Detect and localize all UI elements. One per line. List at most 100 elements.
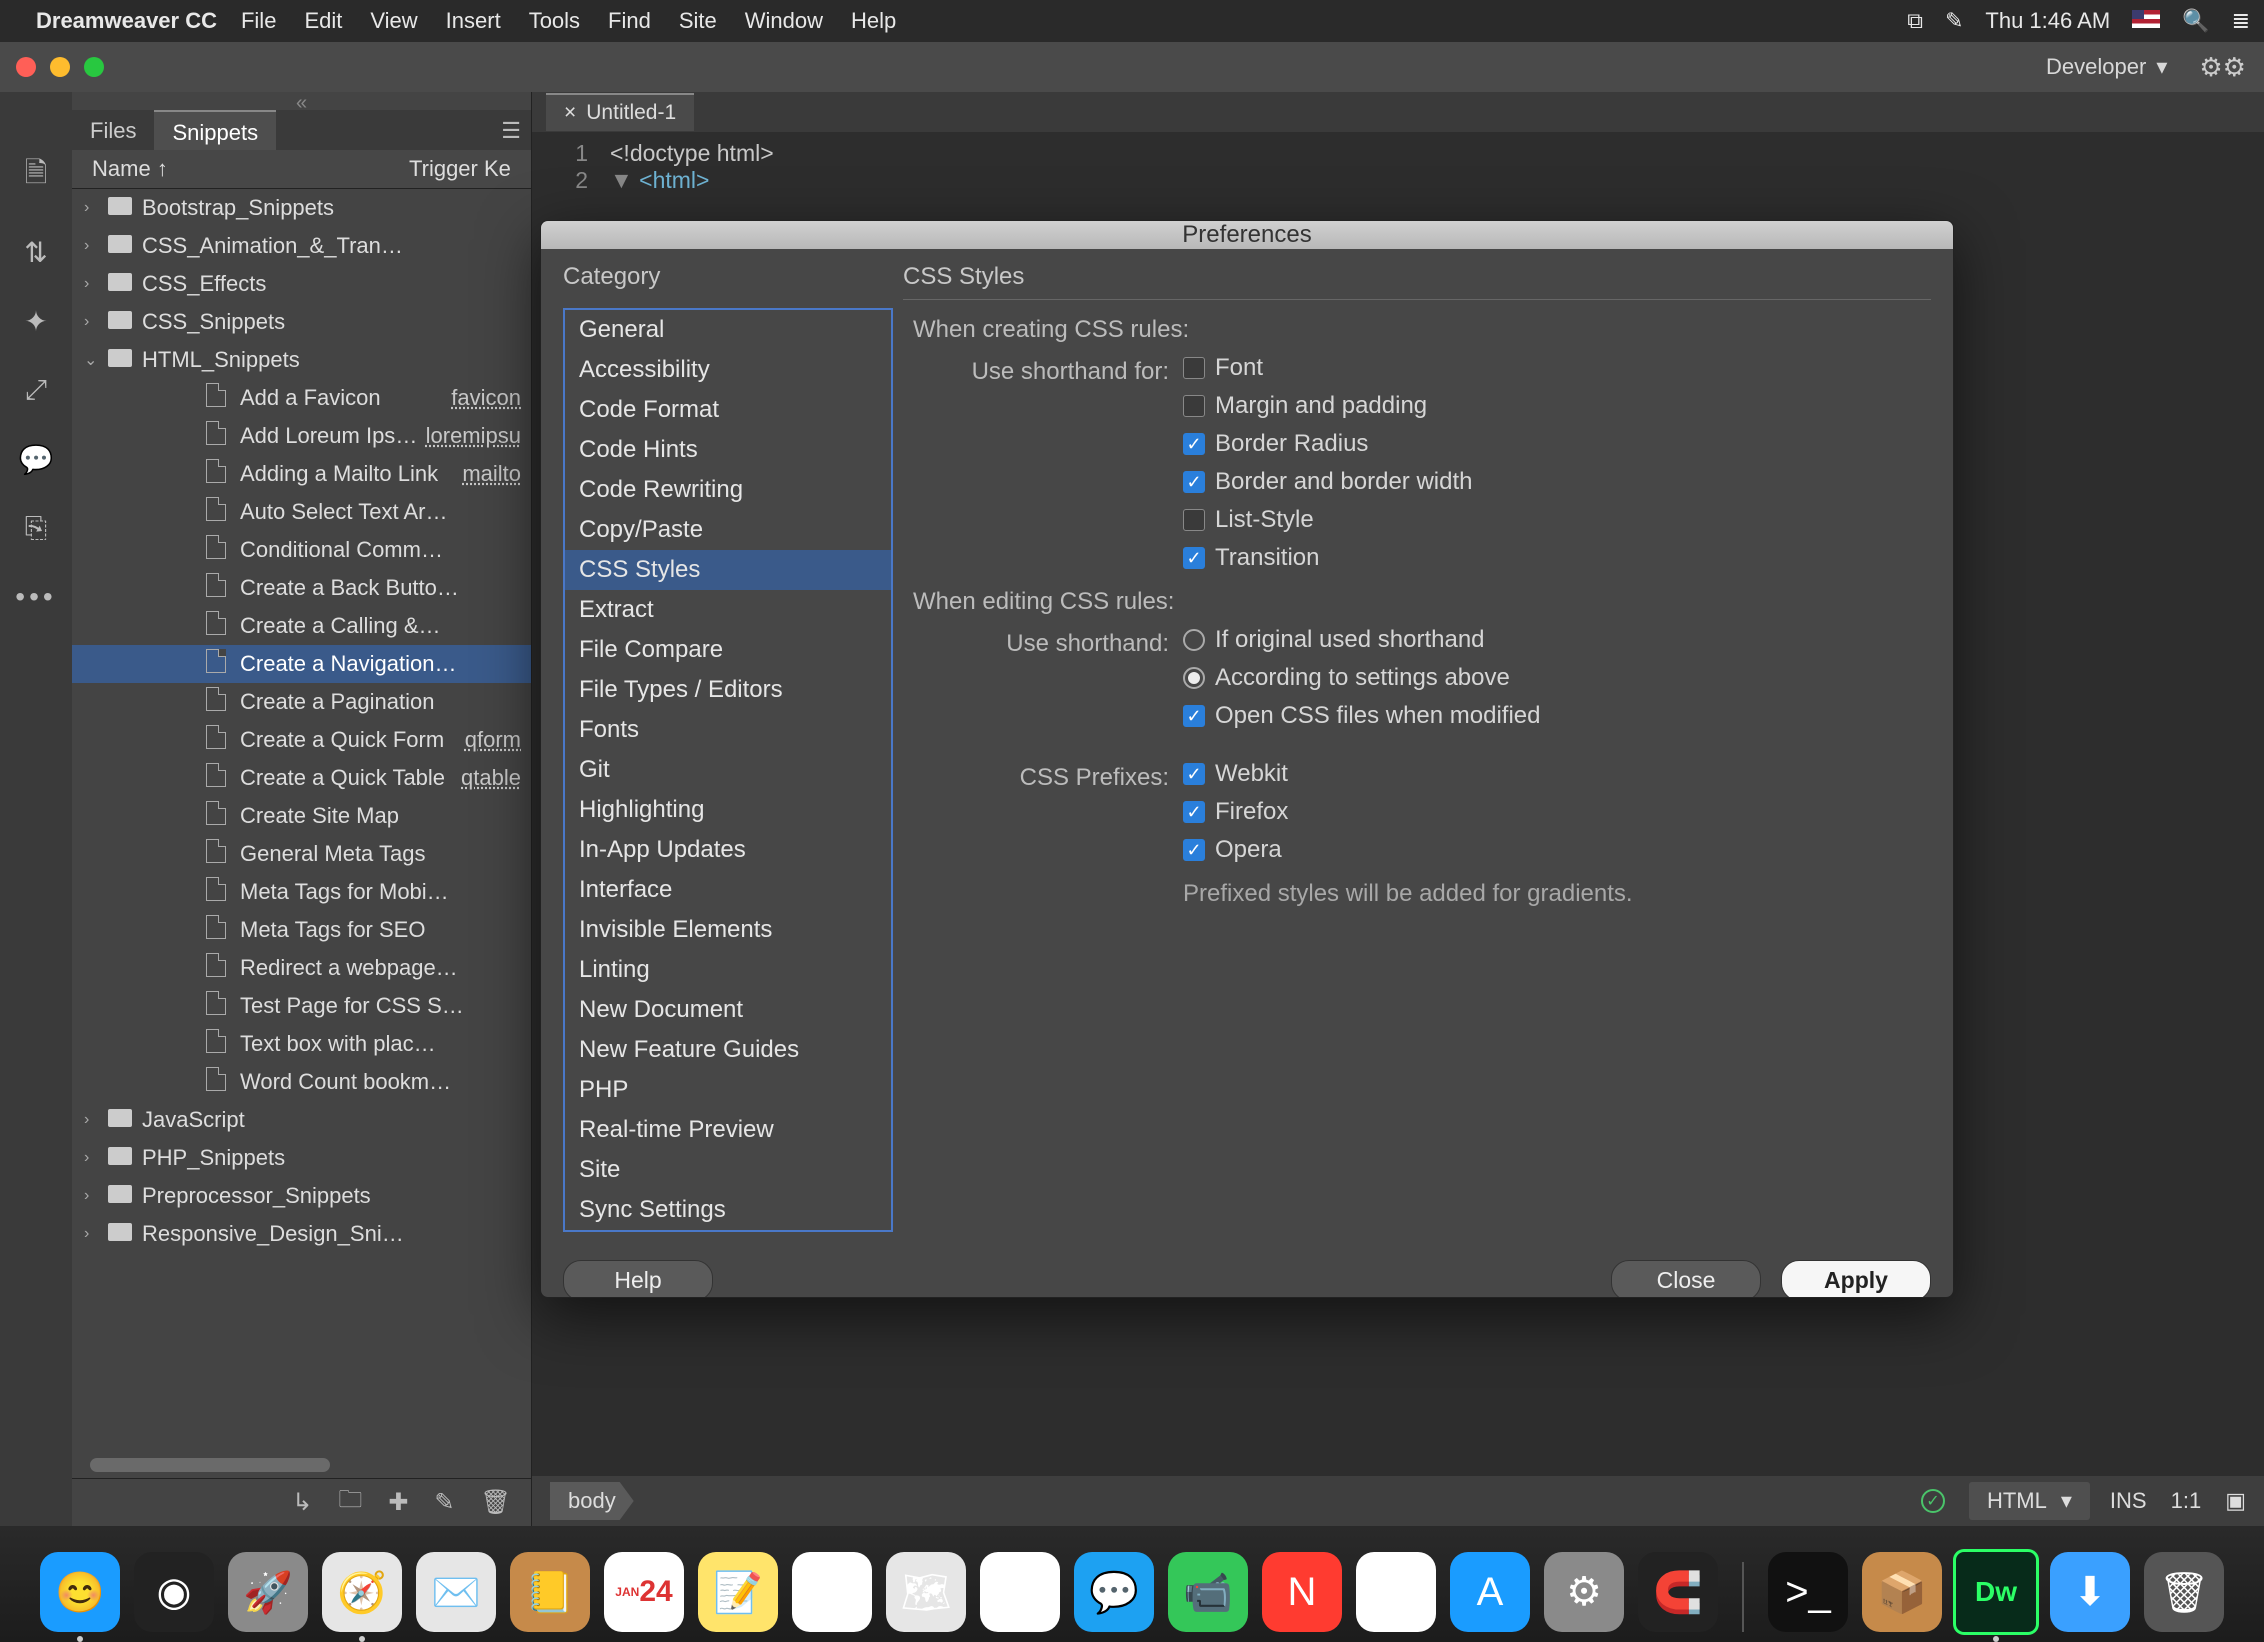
tree-item[interactable]: Create Site Map xyxy=(72,797,531,835)
tree-item[interactable]: Create a Pagination xyxy=(72,683,531,721)
dock-terminal-icon[interactable]: >_ xyxy=(1768,1552,1848,1632)
dock-box-icon[interactable]: 📦 xyxy=(1862,1552,1942,1632)
fold-arrow-icon[interactable]: ▼ xyxy=(610,167,639,193)
code-view[interactable]: 1<!doctype html> 2▼ <html> xyxy=(532,132,2264,202)
category-item[interactable]: General xyxy=(565,310,891,350)
disclosure-arrow-icon[interactable]: › xyxy=(84,313,108,331)
tab-files[interactable]: Files xyxy=(72,110,154,150)
tree-item[interactable]: Adding a Mailto Linkmailto xyxy=(72,455,531,493)
category-item[interactable]: Accessibility xyxy=(565,350,891,390)
disclosure-arrow-icon[interactable]: › xyxy=(84,1149,108,1167)
menu-help[interactable]: Help xyxy=(851,8,896,33)
category-item[interactable]: Linting xyxy=(565,950,891,990)
disclosure-arrow-icon[interactable]: ⌄ xyxy=(84,350,108,370)
dock-appstore-icon[interactable]: A xyxy=(1450,1552,1530,1632)
dock-magnet-icon[interactable]: 🧲 xyxy=(1638,1552,1718,1632)
window-close-button[interactable] xyxy=(16,57,36,77)
dock-contacts-icon[interactable]: 📒 xyxy=(510,1552,590,1632)
shorthand-checkbox[interactable]: Margin and padding xyxy=(1183,392,1931,420)
wrap-icon[interactable]: ⎘ xyxy=(25,512,47,545)
tree-item[interactable]: Create a Calling &… xyxy=(72,607,531,645)
tree-folder[interactable]: ›Preprocessor_Snippets xyxy=(72,1177,531,1215)
close-button[interactable]: Close xyxy=(1611,1260,1761,1298)
dock-calendar-icon[interactable]: JAN24 xyxy=(604,1552,684,1632)
disclosure-arrow-icon[interactable]: › xyxy=(84,199,108,217)
shorthand-checkbox[interactable]: Font xyxy=(1183,354,1931,382)
dock-notes-icon[interactable]: 📝 xyxy=(698,1552,778,1632)
snippet-new-icon[interactable]: ✚ xyxy=(388,1488,408,1517)
tree-item[interactable]: General Meta Tags xyxy=(72,835,531,873)
category-item[interactable]: Real-time Preview xyxy=(565,1110,891,1150)
tree-folder[interactable]: ›CSS_Effects xyxy=(72,265,531,303)
menubar-clock[interactable]: Thu 1:46 AM xyxy=(1985,8,2110,34)
dock-itunes-icon[interactable]: ♪ xyxy=(1356,1552,1436,1632)
comment-icon[interactable]: 💬 xyxy=(19,443,54,476)
tree-item[interactable]: Create a Quick Tableqtable xyxy=(72,759,531,797)
tree-folder[interactable]: ›CSS_Animation_&_Tran… xyxy=(72,227,531,265)
shorthand-checkbox[interactable]: ✓Transition xyxy=(1183,544,1931,572)
tree-item[interactable]: Conditional Comm… xyxy=(72,531,531,569)
open-css-checkbox[interactable]: ✓ Open CSS files when modified xyxy=(1183,702,1931,730)
dock-safari-icon[interactable]: 🧭 xyxy=(322,1552,402,1632)
snippet-insert-icon[interactable]: ↳ xyxy=(292,1488,312,1517)
tree-item[interactable]: Add a Faviconfavicon xyxy=(72,379,531,417)
menu-view[interactable]: View xyxy=(370,8,417,33)
disclosure-arrow-icon[interactable]: › xyxy=(84,1111,108,1129)
dock-trash-icon[interactable]: 🗑 xyxy=(2144,1552,2224,1632)
menu-find[interactable]: Find xyxy=(608,8,651,33)
category-item[interactable]: PHP xyxy=(565,1070,891,1110)
category-item[interactable]: In-App Updates xyxy=(565,830,891,870)
disclosure-arrow-icon[interactable]: › xyxy=(84,1187,108,1205)
window-zoom-button[interactable] xyxy=(84,57,104,77)
snippet-newfolder-icon[interactable]: 🗀 xyxy=(338,1482,362,1523)
prefix-checkbox[interactable]: ✓Firefox xyxy=(1183,798,1931,826)
menu-site[interactable]: Site xyxy=(679,8,717,33)
menu-edit[interactable]: Edit xyxy=(304,8,342,33)
category-item[interactable]: New Feature Guides xyxy=(565,1030,891,1070)
dock-maps-icon[interactable]: 🗺 xyxy=(886,1552,966,1632)
category-item[interactable]: New Document xyxy=(565,990,891,1030)
horizontal-scrollbar[interactable] xyxy=(90,1458,330,1472)
prefix-checkbox[interactable]: ✓Webkit xyxy=(1183,760,1931,788)
shorthand-checkbox[interactable]: ✓Border and border width xyxy=(1183,468,1931,496)
input-flag-icon[interactable] xyxy=(2132,8,2160,34)
category-item[interactable]: Sync Settings xyxy=(565,1190,891,1230)
panel-menu-icon[interactable]: ☰ xyxy=(501,118,521,144)
menu-insert[interactable]: Insert xyxy=(446,8,501,33)
col-name[interactable]: Name xyxy=(92,156,151,181)
snippet-delete-icon[interactable]: 🗑 xyxy=(481,1488,511,1517)
disclosure-arrow-icon[interactable]: › xyxy=(84,237,108,255)
tree-item[interactable]: Meta Tags for SEO xyxy=(72,911,531,949)
disclosure-arrow-icon[interactable]: › xyxy=(84,275,108,293)
disclosure-arrow-icon[interactable]: › xyxy=(84,1225,108,1243)
category-item[interactable]: Code Rewriting xyxy=(565,470,891,510)
tree-folder[interactable]: ›PHP_Snippets xyxy=(72,1139,531,1177)
tree-item[interactable]: Text box with plac… xyxy=(72,1025,531,1063)
shorthand-radio[interactable]: According to settings above xyxy=(1183,664,1931,692)
tree-item[interactable]: Auto Select Text Ar… xyxy=(72,493,531,531)
tree-item[interactable]: Create a Navigation… xyxy=(72,645,531,683)
tree-item[interactable]: Redirect a webpage… xyxy=(72,949,531,987)
file-manage-icon[interactable]: ⇅ xyxy=(24,236,47,269)
menu-window[interactable]: Window xyxy=(745,8,823,33)
dock-news-icon[interactable]: N xyxy=(1262,1552,1342,1632)
snippet-edit-icon[interactable]: ✎ xyxy=(434,1488,454,1517)
menu-tools[interactable]: Tools xyxy=(529,8,580,33)
window-minimize-button[interactable] xyxy=(50,57,70,77)
apply-button[interactable]: Apply xyxy=(1781,1260,1931,1298)
sync-settings-icon[interactable]: ⚙⚙ xyxy=(2199,52,2246,83)
dock-downloads-icon[interactable]: ⬇︎ xyxy=(2050,1552,2130,1632)
menubar-app-name[interactable]: Dreamweaver CC xyxy=(36,8,217,34)
tab-snippets[interactable]: Snippets xyxy=(154,110,276,150)
editor-tab[interactable]: × Untitled-1 xyxy=(546,93,694,131)
tree-item[interactable]: Test Page for CSS S… xyxy=(72,987,531,1025)
dock-settings-icon[interactable]: ⚙︎ xyxy=(1544,1552,1624,1632)
category-item[interactable]: File Types / Editors xyxy=(565,670,891,710)
tree-folder[interactable]: ⌄HTML_Snippets xyxy=(72,341,531,379)
category-item[interactable]: Invisible Elements xyxy=(565,910,891,950)
dock-siri-icon[interactable]: ◉ xyxy=(134,1552,214,1632)
col-trigger[interactable]: Trigger Ke xyxy=(409,156,519,182)
prefix-checkbox[interactable]: ✓Opera xyxy=(1183,836,1931,864)
category-item[interactable]: Copy/Paste xyxy=(565,510,891,550)
category-list[interactable]: GeneralAccessibilityCode FormatCode Hint… xyxy=(563,308,893,1232)
